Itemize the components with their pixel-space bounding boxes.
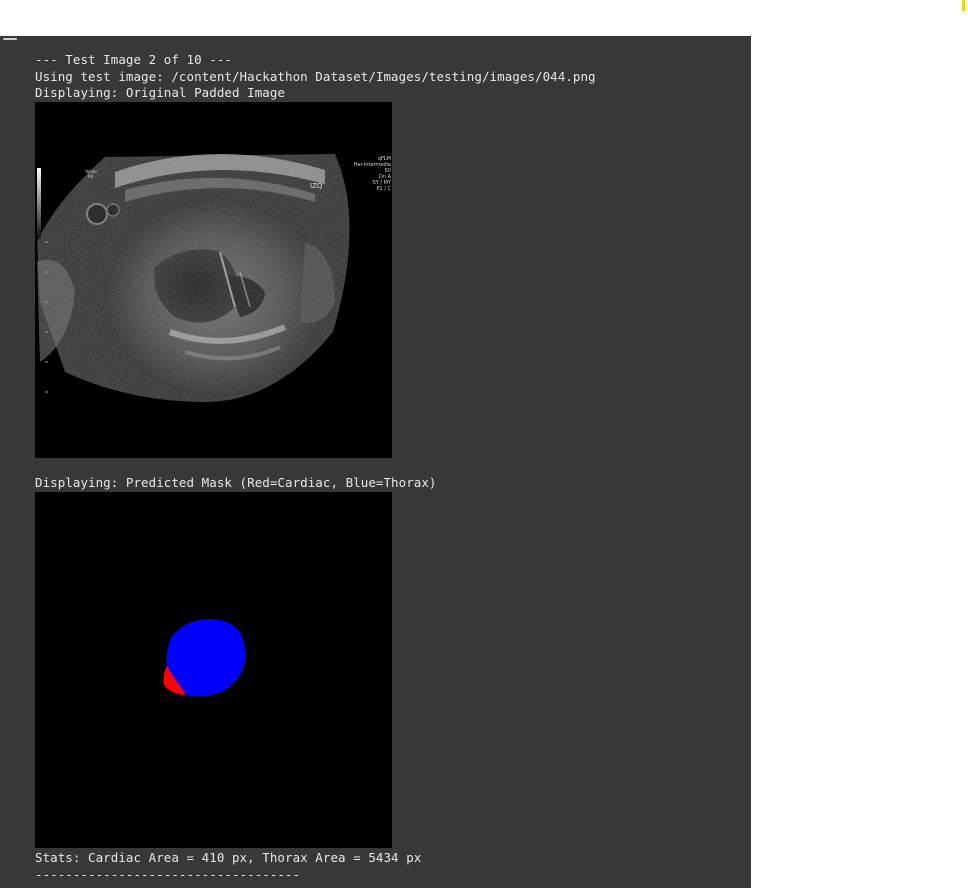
using-test-image-line: Using test image: /content/Hackathon Dat… xyxy=(35,69,596,84)
test-image-header: --- Test Image 2 of 10 --- xyxy=(35,52,232,67)
separator-line: ----------------------------------- xyxy=(35,867,301,882)
cell-output-panel[interactable]: --- Test Image 2 of 10 --- Using test im… xyxy=(0,36,751,888)
orientation-label: IZQ xyxy=(310,182,323,190)
right-info-5: P1 / C xyxy=(376,186,391,192)
displaying-mask-line: Displaying: Predicted Mask (Red=Cardiac,… xyxy=(35,475,437,490)
displaying-original-line: Displaying: Original Padded Image xyxy=(35,85,285,100)
page: --- Test Image 2 of 10 --- Using test im… xyxy=(0,0,968,888)
predicted-mask-image xyxy=(35,492,392,848)
stats-line: Stats: Cardiac Area = 410 px, Thorax Are… xyxy=(35,850,422,865)
original-ultrasound-image: Yelnar R4 IZQ qFLM Har-intermedia 50 Dn … xyxy=(35,102,392,458)
scroll-indicator xyxy=(962,0,965,11)
output-collapse-icon[interactable] xyxy=(3,38,17,40)
left-label-2: R4 xyxy=(88,174,94,179)
